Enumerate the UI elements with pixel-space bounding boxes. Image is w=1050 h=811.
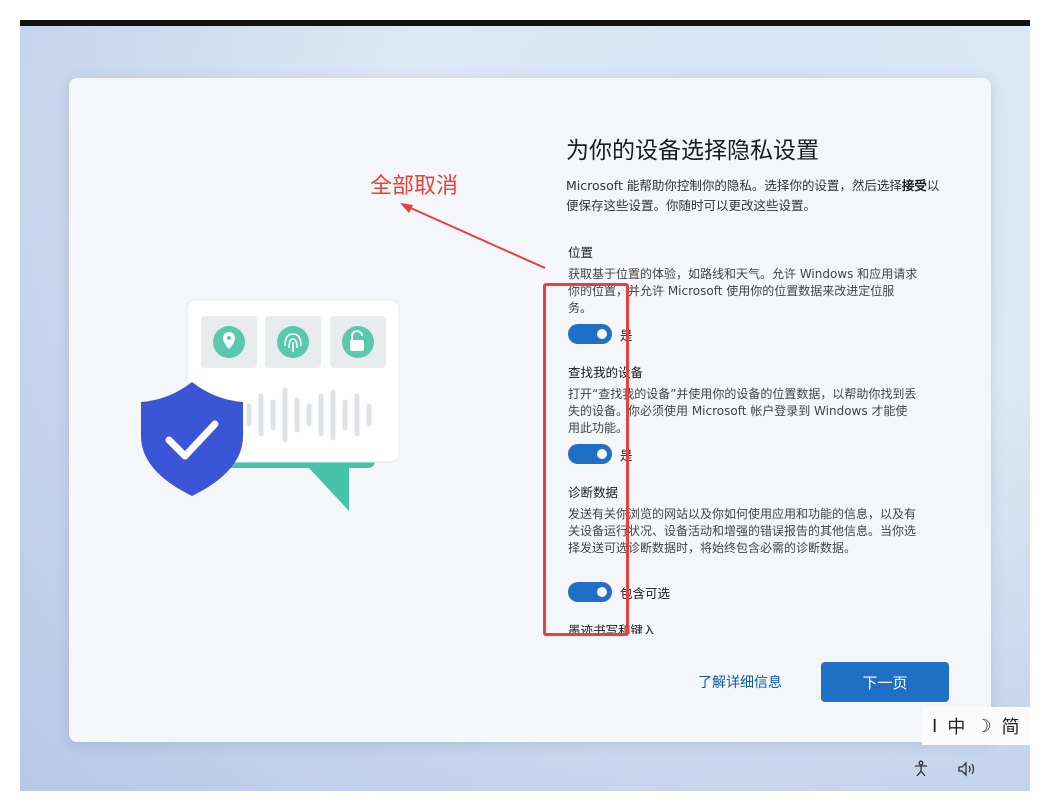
ime-traditional-button[interactable]: 简 xyxy=(1001,713,1019,739)
volume-icon[interactable] xyxy=(956,760,978,778)
ime-moon-icon[interactable]: ☽ xyxy=(975,716,991,737)
ime-cursor-icon: I xyxy=(932,715,938,737)
annotation-highlight-box xyxy=(543,283,629,636)
annotation-label: 全部取消 xyxy=(370,174,459,199)
accessibility-icon[interactable] xyxy=(912,760,930,778)
ime-toolbar: I 中 ☽ 简 xyxy=(922,707,1030,745)
annotation-arrow xyxy=(400,203,546,269)
system-tray xyxy=(912,760,978,778)
ime-mode-button[interactable]: 中 xyxy=(947,713,965,739)
